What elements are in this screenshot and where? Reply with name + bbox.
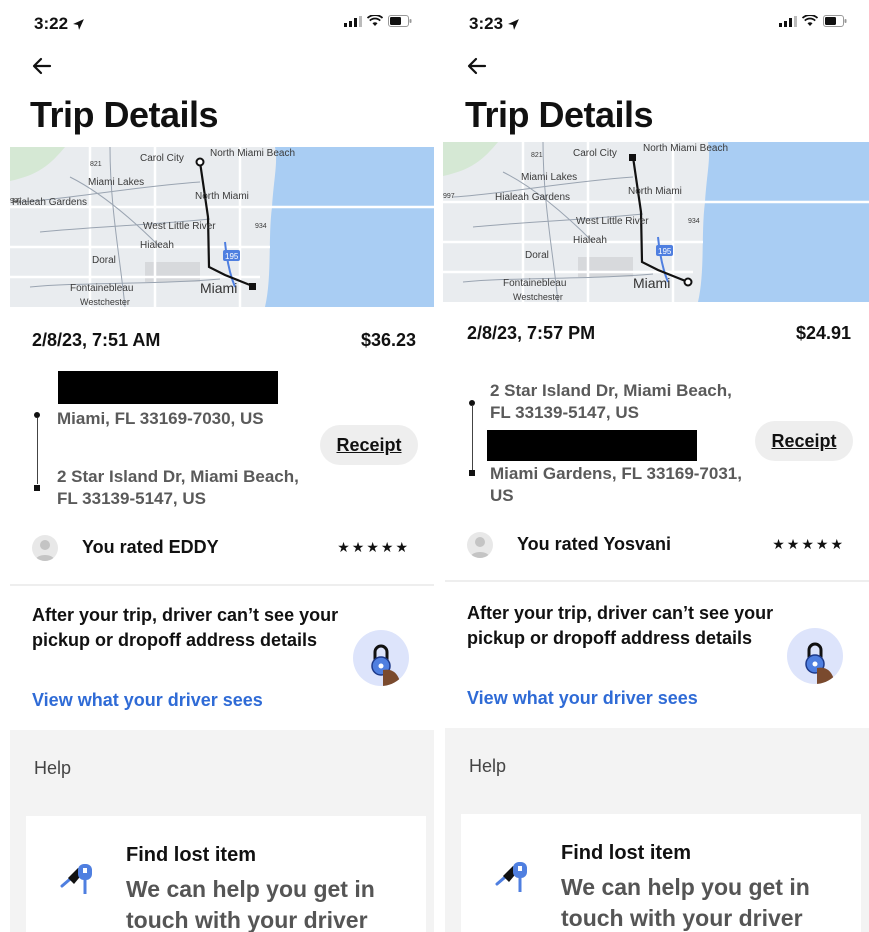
help-section: Help Find lost item We can help you get … xyxy=(10,730,434,932)
privacy-notice: After your trip, driver can’t see your p… xyxy=(467,603,774,648)
wifi-icon xyxy=(367,15,383,26)
map-label: 997 xyxy=(443,193,455,200)
map-label: West Little River xyxy=(143,221,216,232)
dropoff-marker xyxy=(469,470,475,476)
rated-driver-text: You rated Yosvani xyxy=(517,534,672,554)
cellular-signal-icon xyxy=(344,15,362,27)
help-card-title: Find lost item xyxy=(126,844,256,866)
page-title: Trip Details xyxy=(465,94,654,135)
trip-details-screen-1: 3:22 Trip Details 195 Carol City North M… xyxy=(0,0,434,932)
map-label: West Little River xyxy=(576,216,649,227)
back-arrow-icon[interactable] xyxy=(465,54,489,78)
pickup-address: Miami, FL 33169-7030, US xyxy=(57,409,264,428)
star-rating: ★★★★★ xyxy=(337,539,410,555)
map-label: Fontainebleau xyxy=(503,278,566,289)
help-card-subtitle: We can help you get in touch with your d… xyxy=(561,874,810,931)
trip-date: 2/8/23, 7:57 PM xyxy=(467,323,596,343)
keys-icon xyxy=(60,864,92,894)
avatar xyxy=(467,532,493,558)
map-label: Doral xyxy=(525,250,549,261)
keys-icon xyxy=(495,862,527,892)
status-bar: 3:23 xyxy=(435,0,869,44)
find-lost-item-card[interactable]: Find lost item We can help you get in to… xyxy=(26,816,426,932)
divider xyxy=(445,580,869,582)
map-label: North Miami Beach xyxy=(643,143,728,154)
map-label: 195 xyxy=(658,247,672,256)
receipt-button[interactable]: Receipt xyxy=(320,425,418,465)
map-label: Miami xyxy=(200,280,237,296)
map-label: Hialeah Gardens xyxy=(12,197,87,208)
map-label: Hialeah xyxy=(573,235,607,246)
map-label: 997 xyxy=(10,198,22,205)
location-arrow-icon xyxy=(508,18,519,30)
lock-illustration-icon xyxy=(353,630,409,686)
divider xyxy=(10,584,434,586)
person-icon xyxy=(35,540,55,561)
trip-details-screen-2: 3:23 Trip Details 195 Carol City North M… xyxy=(435,0,869,932)
pickup-address: 2 Star Island Dr, Miami Beach, FL 33139-… xyxy=(490,381,732,422)
route-line xyxy=(37,418,38,484)
view-driver-info-link[interactable]: View what your driver sees xyxy=(32,690,263,711)
battery-icon xyxy=(388,15,412,27)
avatar xyxy=(32,535,58,561)
route-map[interactable]: 195 Carol City North Miami Beach Miami L… xyxy=(443,142,869,302)
map-label: 821 xyxy=(90,161,102,168)
privacy-notice: After your trip, driver can’t see your p… xyxy=(32,605,339,650)
trip-price: $36.23 xyxy=(360,330,416,350)
map-label: Miami xyxy=(633,275,670,291)
map-label: North Miami xyxy=(195,191,249,202)
route-line xyxy=(472,405,473,470)
map-label: North Miami Beach xyxy=(210,148,295,159)
dropoff-address: Miami Gardens, FL 33169-7031, US xyxy=(490,464,742,505)
dropoff-address: 2 Star Island Dr, Miami Beach, FL 33139-… xyxy=(57,467,299,508)
map-label: Hialeah xyxy=(140,240,174,251)
map-label: Doral xyxy=(92,255,116,266)
wifi-icon xyxy=(802,15,818,26)
help-card-title: Find lost item xyxy=(561,842,691,864)
person-icon xyxy=(470,537,490,558)
location-arrow-icon xyxy=(73,18,84,30)
route-map[interactable]: 195 Carol City North Miami Beach Miami L… xyxy=(10,147,434,307)
map-label: Miami Lakes xyxy=(88,177,144,188)
map-label: Miami Lakes xyxy=(521,172,577,183)
cellular-signal-icon xyxy=(779,15,797,27)
map-label: Carol City xyxy=(573,148,617,159)
map-label: Westchester xyxy=(513,292,563,302)
map-label: 821 xyxy=(531,152,543,159)
find-lost-item-card[interactable]: Find lost item We can help you get in to… xyxy=(461,814,861,932)
map-label: Fontainebleau xyxy=(70,283,133,294)
help-card-subtitle: We can help you get in touch with your d… xyxy=(126,876,375,932)
help-section: Help Find lost item We can help you get … xyxy=(445,728,869,932)
help-heading: Help xyxy=(469,756,507,776)
view-driver-info-link[interactable]: View what your driver sees xyxy=(467,688,698,709)
lock-illustration-icon xyxy=(787,628,843,684)
page-title: Trip Details xyxy=(30,94,219,135)
map-label: 934 xyxy=(255,223,267,230)
help-heading: Help xyxy=(34,758,72,778)
driver-rating-row: You rated Yosvani ★★★★★ xyxy=(467,530,849,560)
map-label: 195 xyxy=(225,252,239,261)
dropoff-marker xyxy=(34,485,40,491)
star-rating: ★★★★★ xyxy=(772,536,845,552)
map-label: Carol City xyxy=(140,153,184,164)
status-time: 3:23 xyxy=(469,14,520,34)
status-bar: 3:22 xyxy=(0,0,434,44)
redacted-address xyxy=(58,371,278,404)
receipt-button[interactable]: Receipt xyxy=(755,421,853,461)
redacted-address xyxy=(487,430,697,461)
back-arrow-icon[interactable] xyxy=(30,54,54,78)
map-label: 934 xyxy=(688,218,700,225)
map-label: Hialeah Gardens xyxy=(495,192,570,203)
rated-driver-text: You rated EDDY xyxy=(82,537,219,557)
battery-icon xyxy=(823,15,847,27)
status-time: 3:22 xyxy=(34,14,85,34)
trip-date: 2/8/23, 7:51 AM xyxy=(32,330,161,350)
driver-rating-row: You rated EDDY ★★★★★ xyxy=(32,533,414,563)
map-label: North Miami xyxy=(628,186,682,197)
trip-price: $24.91 xyxy=(795,323,851,343)
map-label: Westchester xyxy=(80,297,130,307)
